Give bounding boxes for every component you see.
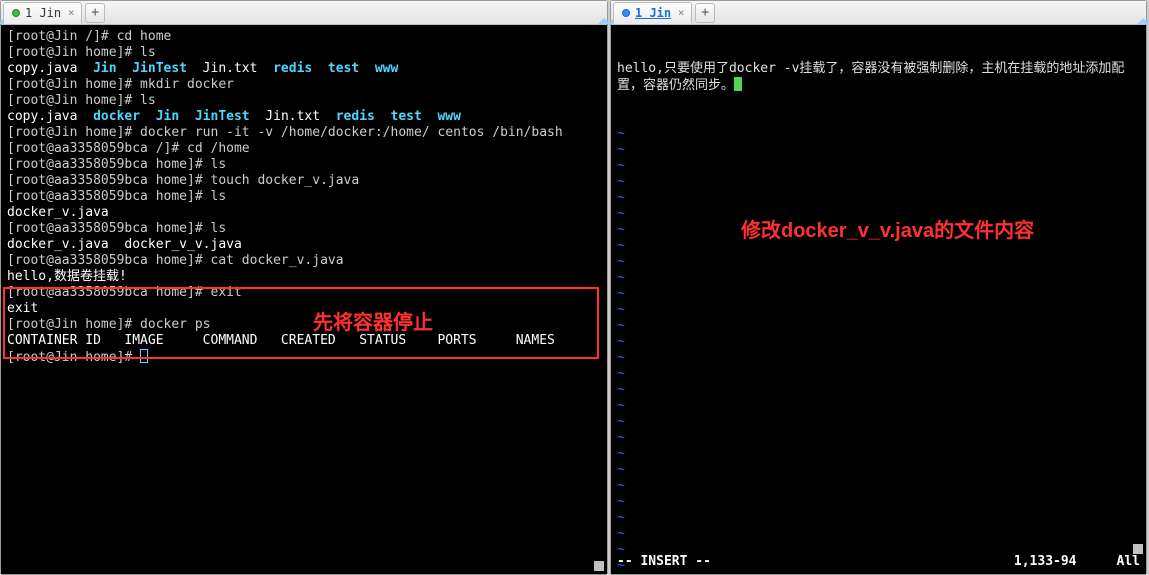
terminal-line: [root@Jin home]# docker run -it -v /home… xyxy=(7,125,601,141)
tab-label: 1 Jin xyxy=(25,6,61,20)
terminal-line: copy.java docker Jin JinTest Jin.txt red… xyxy=(7,109,601,125)
vim-position: 1,133-94 xyxy=(1014,554,1077,570)
resize-handle-icon xyxy=(1133,544,1143,554)
tab-right[interactable]: 1 Jin × xyxy=(613,2,692,24)
tab-close-icon[interactable]: × xyxy=(65,7,77,19)
tab-bar-left: 1 Jin × + xyxy=(1,1,607,25)
new-tab-button[interactable]: + xyxy=(695,3,715,23)
vim-status-bar: -- INSERT -- 1,133-94 All xyxy=(617,554,1140,570)
right-terminal-pane: 1 Jin × + hello,只要使用了docker -v挂载了，容器没有被强… xyxy=(610,0,1147,575)
terminal-line: exit xyxy=(7,301,601,317)
terminal-line: docker_v.java xyxy=(7,205,601,221)
terminal-line: copy.java Jin JinTest Jin.txt redis test… xyxy=(7,61,601,77)
right-scroll-indicator xyxy=(1137,18,1149,24)
terminal-line: [root@Jin /]# cd home xyxy=(7,29,601,45)
terminal-line: [root@aa3358059bca home]# touch docker_v… xyxy=(7,173,601,189)
tab-status-icon xyxy=(12,9,20,17)
terminal-line: [root@aa3358059bca home]# ls xyxy=(7,189,601,205)
terminal-line: [root@Jin home]# docker ps xyxy=(7,317,601,333)
vim-text-content: hello,只要使用了docker -v挂载了，容器没有被强制删除，主机在挂载的… xyxy=(617,61,1140,94)
terminal-line: docker_v.java docker_v_v.java xyxy=(7,237,601,253)
vim-mode: -- INSERT -- xyxy=(617,554,711,570)
resize-handle-icon xyxy=(594,561,604,571)
terminal-line: [root@aa3358059bca home]# cat docker_v.j… xyxy=(7,253,601,269)
terminal-line: [root@aa3358059bca home]# ls xyxy=(7,157,601,173)
tab-left[interactable]: 1 Jin × xyxy=(3,2,82,24)
tab-bar-right: 1 Jin × + xyxy=(611,1,1146,25)
terminal-line: [root@aa3358059bca home]# ls xyxy=(7,221,601,237)
cursor-icon xyxy=(734,77,742,91)
terminal-line: hello,数据卷挂载! xyxy=(7,269,601,285)
terminal-right[interactable]: hello,只要使用了docker -v挂载了，容器没有被强制删除，主机在挂载的… xyxy=(611,25,1146,574)
terminal-line: [root@Jin home]# mkdir docker xyxy=(7,77,601,93)
terminal-left[interactable]: [root@Jin /]# cd home[root@Jin home]# ls… xyxy=(1,25,607,574)
tab-status-icon xyxy=(622,9,630,17)
terminal-line: [root@aa3358059bca /]# cd /home xyxy=(7,141,601,157)
terminal-line: [root@Jin home]# ls xyxy=(7,45,601,61)
left-terminal-pane: 1 Jin × + [root@Jin /]# cd home[root@Jin… xyxy=(0,0,608,575)
terminal-line: [root@Jin home]# xyxy=(7,349,601,366)
terminal-line: [root@aa3358059bca home]# exit xyxy=(7,285,601,301)
vim-empty-lines: ~ ~ ~ ~ ~ ~ ~ ~ ~ ~ ~ ~ ~ ~ ~ ~ ~ ~ ~ ~ … xyxy=(617,126,1140,574)
terminal-line: CONTAINER ID IMAGE COMMAND CREATED STATU… xyxy=(7,333,601,349)
tab-close-icon[interactable]: × xyxy=(675,7,687,19)
tab-label: 1 Jin xyxy=(635,6,671,20)
cursor-icon xyxy=(140,349,148,363)
terminal-line: [root@Jin home]# ls xyxy=(7,93,601,109)
new-tab-button[interactable]: + xyxy=(85,3,105,23)
vim-scroll: All xyxy=(1117,554,1140,570)
